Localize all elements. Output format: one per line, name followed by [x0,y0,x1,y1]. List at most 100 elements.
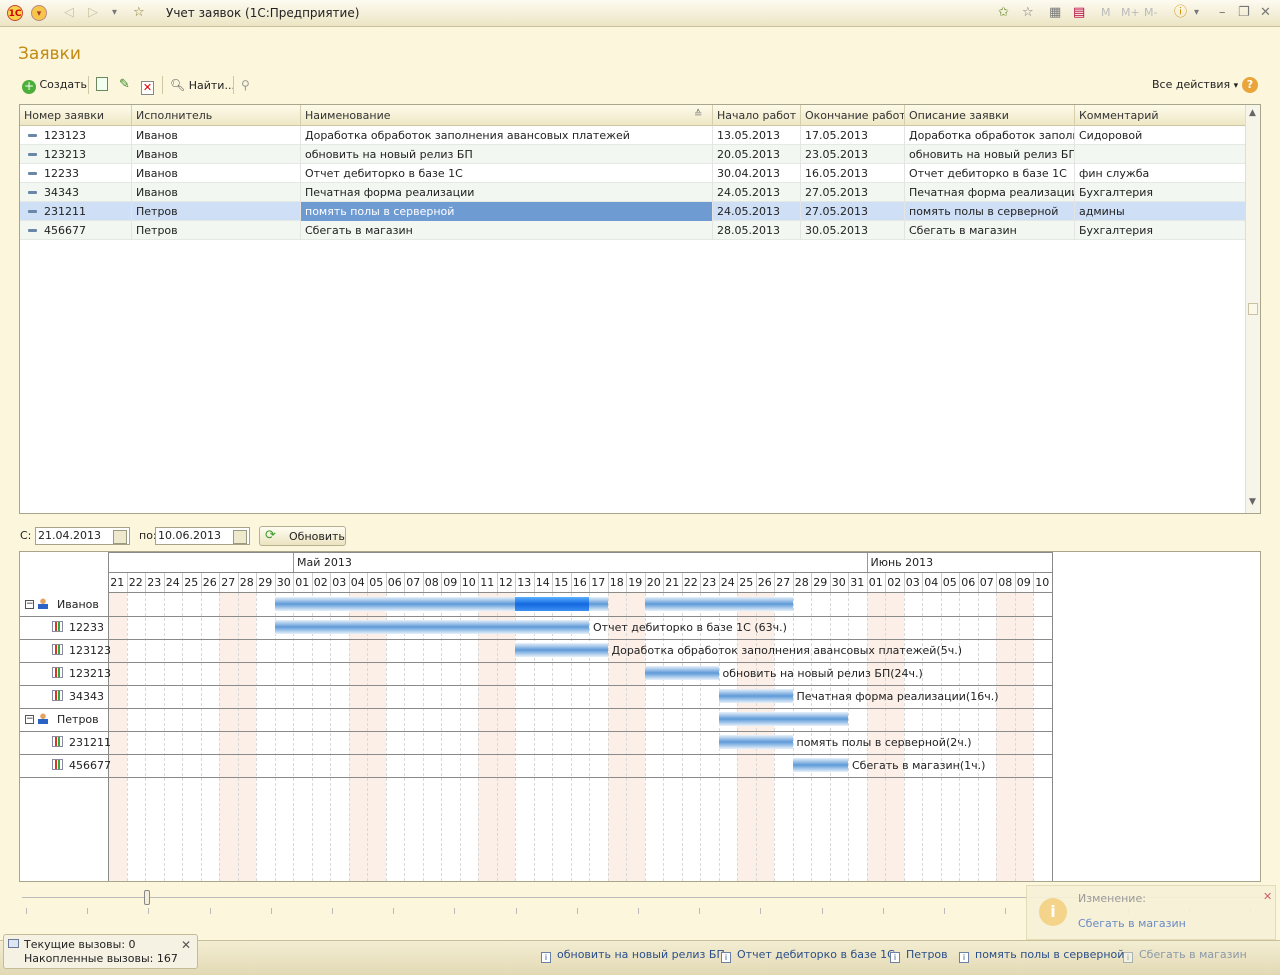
gantt-bar[interactable] [644,666,719,680]
history-dropdown-icon[interactable]: ▾ [112,4,117,22]
column-header-comment[interactable]: Комментарий [1075,105,1246,126]
table-row[interactable]: 456677 Петров Сбегать в магазин 28.05.2013 3… [20,221,1246,240]
cell-end[interactable]: 17.05.2013 [801,126,905,145]
cell-comment[interactable]: Сидоровой [1075,126,1246,145]
1c-logo-icon[interactable]: 1С [7,5,23,21]
cell-name[interactable]: Отчет дебиторко в базе 1С [301,164,713,183]
cell-start[interactable]: 28.05.2013 [713,221,801,240]
gantt-bar[interactable] [515,643,608,657]
period-to-field[interactable]: 10.06.2013 [155,527,250,545]
table-row[interactable]: 12233 Иванов Отчет дебиторко в базе 1С 30.0… [20,164,1246,183]
history-link-4[interactable]: i помять полы в серверной [959,948,1124,963]
gantt-chart[interactable]: 21 22 23 24 25 26 27 28 29 30 01 02 03 04 05 06 07 08 09 10… [19,551,1261,882]
all-actions-menu[interactable]: Все действия ▾ [1152,76,1238,94]
cell-description[interactable]: Доработка обработок заполн... [905,126,1075,145]
column-header-executor[interactable]: Исполнитель [132,105,301,126]
cell-executor[interactable]: Петров [132,202,301,221]
table-row[interactable]: 123123 Иванов Доработка обработок заполнен… [20,126,1246,145]
cancel-search-button[interactable]: ⚲ [241,76,250,94]
cell-end[interactable]: 27.05.2013 [801,202,905,221]
add-favorite-icon[interactable]: ✩ [998,4,1009,22]
cell-executor[interactable]: Иванов [132,126,301,145]
table-row[interactable]: 231211 Петров помять полы в серверной 24.05… [20,202,1246,221]
cell-description[interactable]: Сбегать в магазин [905,221,1075,240]
calculator-icon[interactable]: ▦ [1049,4,1061,22]
back-arrow-icon[interactable]: ◁ [64,4,74,22]
gantt-bar[interactable] [515,597,589,611]
calendar-picker-icon[interactable] [233,530,247,544]
timeline-slider-thumb[interactable] [144,890,150,905]
column-header-number[interactable]: Номер заявки [20,105,132,126]
gantt-bar[interactable] [274,620,589,634]
cell-comment[interactable]: Бухгалтерия [1075,221,1246,240]
table-scrollbar[interactable]: ▲ ▼ [1245,105,1260,513]
help-button[interactable]: ? [1242,76,1258,94]
cell-name[interactable]: Печатная форма реализации [301,183,713,202]
cell-number[interactable]: 12233 [40,164,132,183]
scroll-thumb[interactable] [1248,303,1258,315]
cell-start[interactable]: 20.05.2013 [713,145,801,164]
info-dropdown-icon[interactable]: ▾ [1194,4,1199,22]
requests-table[interactable]: Номер заявки Исполнитель Наименование ≙ … [19,104,1261,514]
delete-button[interactable]: ✕ [141,76,154,95]
cell-name[interactable]: обновить на новый релиз БП [301,145,713,164]
close-icon[interactable]: ✕ [1260,4,1271,22]
cell-description[interactable]: Печатная форма реализации [905,183,1075,202]
cell-end[interactable]: 30.05.2013 [801,221,905,240]
notification-close-icon[interactable]: ✕ [1263,890,1272,903]
cell-end[interactable]: 27.05.2013 [801,183,905,202]
scroll-down-icon[interactable]: ▼ [1249,497,1256,507]
column-header-start[interactable]: Начало работ [713,105,801,126]
cell-start[interactable]: 24.05.2013 [713,183,801,202]
forward-arrow-icon[interactable]: ▷ [88,4,98,22]
calendar-picker-icon[interactable] [113,530,127,544]
cell-number[interactable]: 231211 [40,202,132,221]
cell-start[interactable]: 24.05.2013 [713,202,801,221]
cell-start[interactable]: 13.05.2013 [713,126,801,145]
find-button[interactable]: 🔍︎ Найти... [170,76,235,94]
cell-description[interactable]: обновить на новый релиз БП ... [905,145,1075,164]
cell-number[interactable]: 34343 [40,183,132,202]
cell-number[interactable]: 456677 [40,221,132,240]
gantt-bar[interactable] [718,689,793,703]
column-header-end[interactable]: Окончание работ [801,105,905,126]
gantt-bar[interactable] [792,758,848,772]
cell-number[interactable]: 123213 [40,145,132,164]
restore-icon[interactable]: ❐ [1238,4,1250,22]
cell-executor[interactable]: Петров [132,221,301,240]
table-row[interactable]: 34343 Иванов Печатная форма реализации 24.0… [20,183,1246,202]
cell-end[interactable]: 16.05.2013 [801,164,905,183]
history-link-2[interactable]: i Отчет дебиторко в базе 1С [721,948,895,963]
period-from-field[interactable]: 21.04.2013 [35,527,130,545]
minimize-icon[interactable]: – [1219,4,1226,22]
memory-minus-button[interactable]: M- [1144,4,1157,22]
gantt-bar[interactable] [718,712,848,726]
gantt-bar[interactable] [718,735,793,749]
cell-comment[interactable] [1075,145,1246,164]
cell-number[interactable]: 123123 [40,126,132,145]
cell-start[interactable]: 30.04.2013 [713,164,801,183]
cell-executor[interactable]: Иванов [132,164,301,183]
memory-plus-button[interactable]: M+ [1121,4,1140,22]
cell-executor[interactable]: Иванов [132,183,301,202]
gantt-bar[interactable] [644,597,793,611]
cell-comment[interactable]: фин служба [1075,164,1246,183]
copy-button[interactable] [96,76,108,94]
cell-description[interactable]: Отчет дебиторко в базе 1С [905,164,1075,183]
cell-name[interactable]: помять полы в серверной [301,202,713,221]
create-button[interactable]: + Создать [22,76,87,94]
favorites-star-icon[interactable]: ☆ [133,4,145,22]
calendar-icon[interactable]: ▤ [1073,4,1085,22]
table-row[interactable]: 123213 Иванов обновить на новый релиз БП 20… [20,145,1246,164]
cell-description[interactable]: помять полы в серверной [905,202,1075,221]
main-menu-icon[interactable]: ▾ [31,5,47,21]
column-header-description[interactable]: Описание заявки [905,105,1075,126]
cell-comment[interactable]: админы [1075,202,1246,221]
cell-end[interactable]: 23.05.2013 [801,145,905,164]
scroll-up-icon[interactable]: ▲ [1249,108,1256,118]
history-link-3[interactable]: i Петров [890,948,948,963]
cell-executor[interactable]: Иванов [132,145,301,164]
history-link-5[interactable]: i Сбегать в магазин [1123,948,1247,963]
info-icon[interactable]: ⓘ [1174,4,1187,22]
calls-panel-close-icon[interactable]: ✕ [181,938,191,952]
